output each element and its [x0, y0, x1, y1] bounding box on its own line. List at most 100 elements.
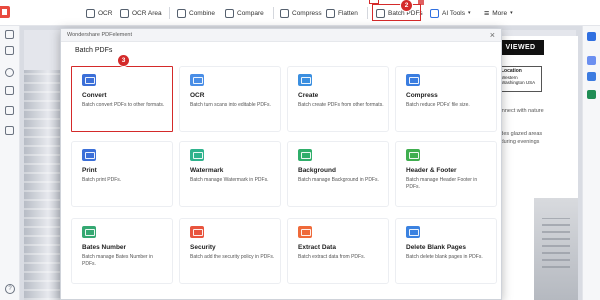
toolbar-divider: [367, 7, 368, 19]
extract-data-icon: [298, 226, 312, 238]
tool-card-description: Batch convert PDFs to other formats.: [82, 102, 165, 108]
ocr-area-icon: [120, 8, 129, 18]
ai-tools-icon: [430, 8, 439, 18]
dialog-heading: Batch PDFs: [75, 47, 113, 54]
comment-icon[interactable]: [5, 68, 14, 77]
tool-card-title: Background: [298, 167, 336, 174]
tool-card-title: OCR: [190, 92, 205, 99]
tool-card-title: Print: [82, 167, 97, 174]
flatten-icon: [326, 8, 335, 18]
toolbar-divider: [169, 7, 170, 19]
dialog-titlebar: Wondershare PDFelement ×: [61, 29, 501, 42]
flatten-button[interactable]: Flatten: [326, 6, 358, 20]
tool-card-delete-blank-pages[interactable]: Delete Blank Pages Batch delete blank pag…: [395, 218, 497, 284]
tool-card-description: Batch manage Bates Number in PDFs.: [82, 254, 153, 267]
tool-card-bates-number[interactable]: Bates Number Batch manage Bates Number in…: [71, 218, 173, 284]
brand-logo: VIEWED: [497, 40, 544, 55]
tool-card-description: Batch print PDFs.: [82, 177, 122, 183]
compress-label: Compress: [292, 9, 322, 17]
tool-card-watermark[interactable]: Watermark Batch manage Watermark in PDFs.: [179, 141, 281, 207]
tool-card-description: Batch turn scans into editable PDFs.: [190, 102, 271, 108]
ocr-icon: [86, 8, 95, 18]
ocr-area-label: OCR Area: [132, 9, 162, 17]
properties-icon[interactable]: [587, 72, 596, 81]
ai-tools-button[interactable]: AI Tools ▾: [430, 6, 471, 20]
doc-paragraph: connect with nature: [496, 108, 544, 114]
tool-card-description: Batch create PDFs from other formats.: [298, 102, 384, 108]
convert-icon[interactable]: [587, 90, 596, 99]
tool-card-description: Batch manage Watermark in PDFs.: [190, 177, 269, 183]
tool-card-convert[interactable]: Convert Batch convert PDFs to other forma…: [71, 66, 173, 132]
batch-pdfs-highlight: [372, 4, 421, 21]
doc-paragraph: n during evenings: [496, 139, 540, 145]
compress-button[interactable]: Compress: [280, 6, 322, 20]
convert-icon: [82, 74, 96, 86]
tool-card-title: Convert: [82, 92, 107, 99]
batch-pdfs-dialog: Wondershare PDFelement × Batch PDFs Conv…: [60, 28, 502, 300]
flatten-label: Flatten: [338, 9, 358, 17]
building-image: [534, 198, 578, 300]
step-badge-2: 2: [401, 0, 412, 11]
tool-card-description: Batch extract data from PDFs.: [298, 254, 365, 260]
app-logo-icon: [0, 6, 10, 18]
tool-card-title: Watermark: [190, 167, 224, 174]
tool-card-security[interactable]: Security Batch add the security policy in…: [179, 218, 281, 284]
compress-icon: [280, 8, 289, 18]
more-button[interactable]: ≡ More ▾: [484, 6, 513, 20]
layers-icon[interactable]: [5, 126, 14, 135]
tool-card-ocr[interactable]: OCR Batch turn scans into editable PDFs.: [179, 66, 281, 132]
compare-icon: [225, 8, 234, 18]
help-icon[interactable]: ?: [5, 284, 15, 294]
tool-card-background[interactable]: Background Batch manage Background in PDF…: [287, 141, 389, 207]
tool-card-compress[interactable]: Compress Batch reduce PDFs' file size.: [395, 66, 497, 132]
tool-card-print[interactable]: Print Batch print PDFs.: [71, 141, 173, 207]
tool-card-title: Bates Number: [82, 244, 127, 251]
ocr-button[interactable]: OCR: [86, 6, 112, 20]
tool-card-title: Delete Blank Pages: [406, 244, 466, 251]
dialog-window-title: Wondershare PDFelement: [67, 32, 133, 38]
combine-button[interactable]: Combine: [177, 6, 215, 20]
compress-icon: [406, 74, 420, 86]
bates-number-icon: [82, 226, 96, 238]
tool-card-title: Compress: [406, 92, 438, 99]
compare-button[interactable]: Compare: [225, 6, 264, 20]
page-thumbnail-icon[interactable]: [5, 30, 14, 39]
top-toolbar: OCR OCR Area Combine Compare Compress Fl…: [0, 0, 600, 26]
more-label: More: [492, 9, 508, 17]
close-icon[interactable]: ×: [490, 30, 495, 40]
delete-pages-icon: [406, 226, 420, 238]
ocr-icon: [190, 74, 204, 86]
bookmark-icon[interactable]: [5, 46, 14, 55]
search-icon[interactable]: [5, 106, 14, 115]
tool-card-title: Extract Data: [298, 244, 336, 251]
location-line: Washington USA: [501, 80, 536, 85]
watermark-icon: [190, 149, 204, 161]
tool-card-create[interactable]: Create Batch create PDFs from other forma…: [287, 66, 389, 132]
more-icon: ≡: [484, 7, 490, 18]
attachment-icon[interactable]: [5, 86, 14, 95]
step-badge-3: 3: [118, 55, 129, 66]
tool-card-header-and-footer[interactable]: Header & Footer Batch manage Header Foote…: [395, 141, 497, 207]
tool-card-description: Batch reduce PDFs' file size.: [406, 102, 470, 108]
shield-icon: [190, 226, 204, 238]
printer-icon: [82, 149, 96, 161]
chevron-down-icon: ▾: [468, 10, 471, 16]
tool-card-extract-data[interactable]: Extract Data Batch extract data from PDFs…: [287, 218, 389, 284]
translate-icon[interactable]: [587, 56, 596, 65]
ai-tools-label: AI Tools: [442, 9, 466, 17]
tool-card-title: Security: [190, 244, 216, 251]
ai-assistant-icon[interactable]: [587, 32, 596, 41]
tool-card-description: Batch manage Background in PDFs.: [298, 177, 379, 183]
left-sidebar: ?: [0, 26, 20, 300]
right-toolbar: [582, 26, 600, 300]
doc-paragraph: ludes glazed areas: [496, 131, 543, 137]
ocr-label: OCR: [98, 9, 113, 17]
combine-icon: [177, 8, 186, 18]
tool-card-description: Batch add the security policy in PDFs.: [190, 254, 275, 260]
tool-card-description: Batch delete blank pages in PDFs.: [406, 254, 483, 260]
ocr-area-button[interactable]: OCR Area: [120, 6, 162, 20]
location-box: Location Western Washington USA: [497, 66, 542, 92]
tool-card-description: Batch manage Header Footer in PDFs.: [406, 177, 478, 190]
compare-label: Compare: [237, 9, 264, 17]
background-icon: [298, 149, 312, 161]
